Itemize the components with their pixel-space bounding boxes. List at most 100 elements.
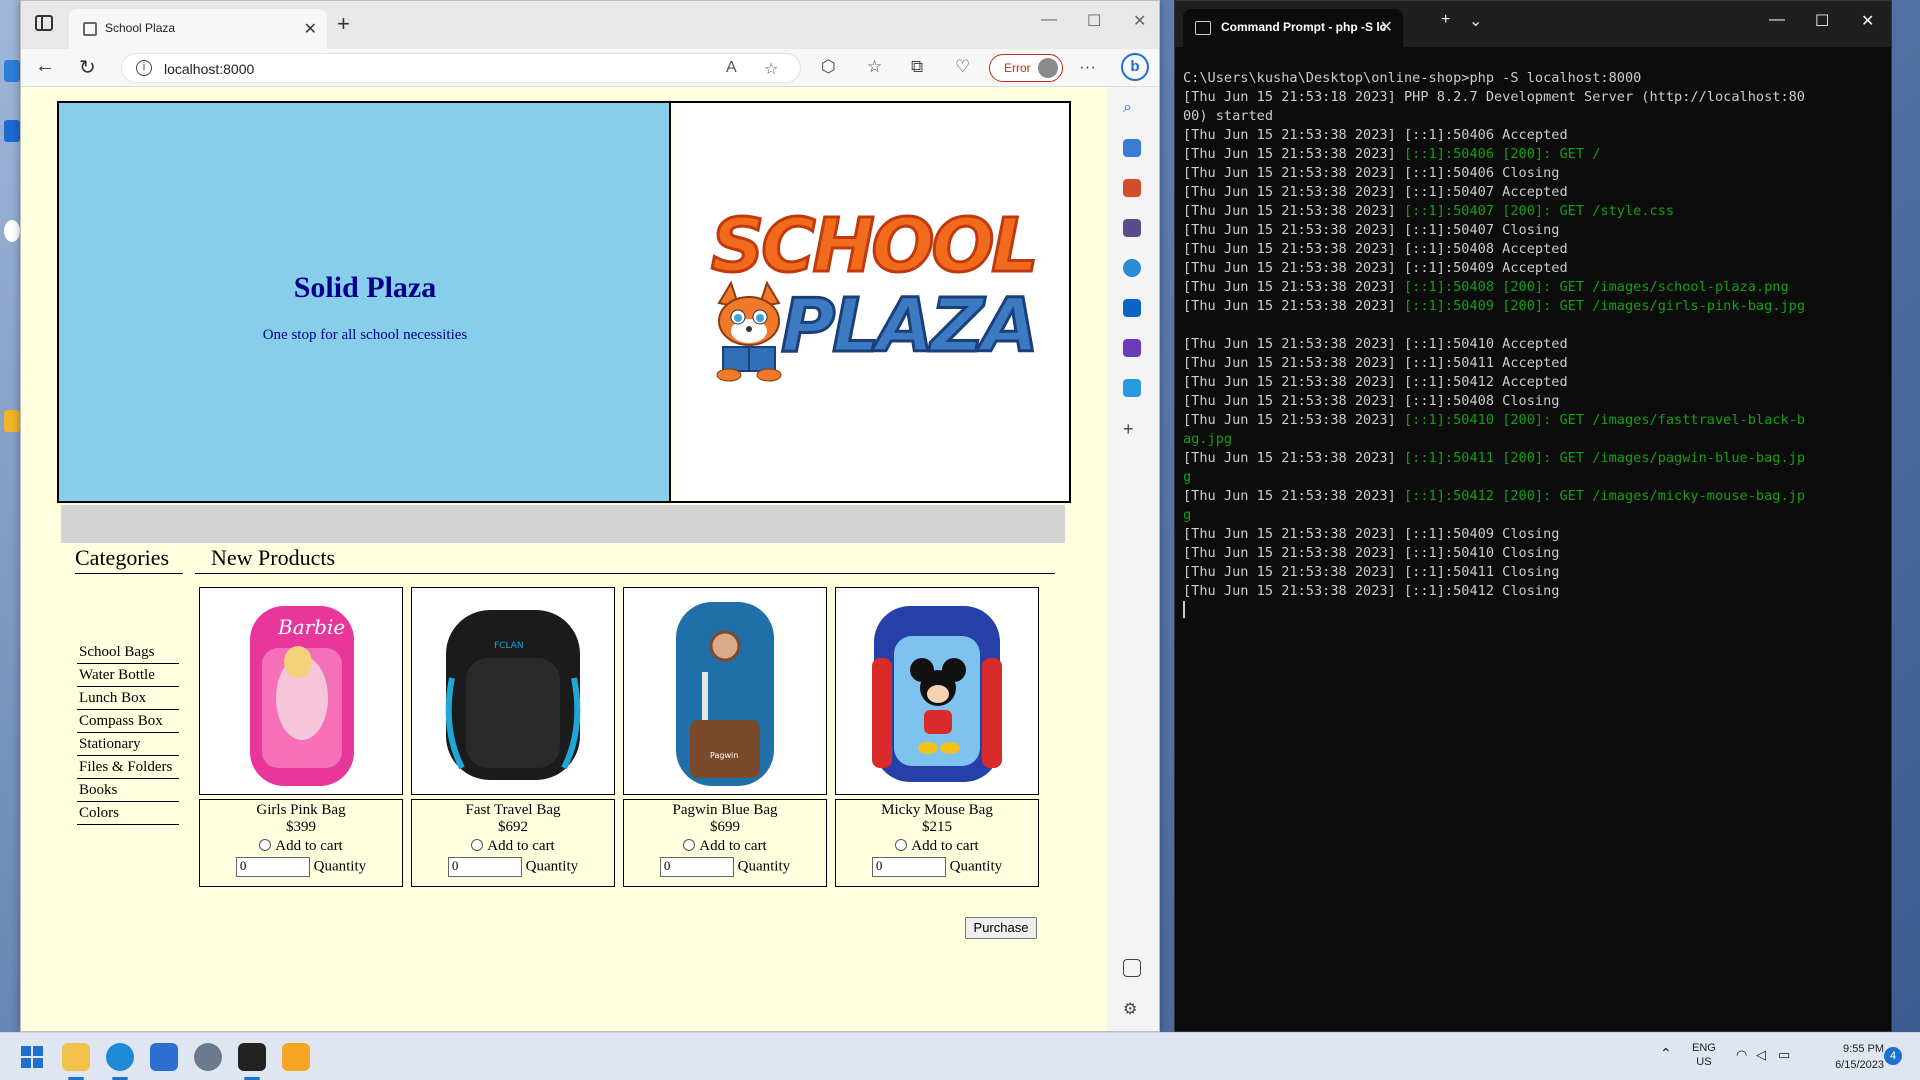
product-price: $692: [498, 819, 528, 835]
terminal-line-text: [Thu Jun 15 21:53:38 2023] [::1]:50411 A…: [1183, 355, 1568, 371]
back-icon[interactable]: ←: [35, 55, 55, 78]
terminal-line: [Thu Jun 15 21:53:38 2023] [::1]:50408 A…: [1183, 240, 1883, 259]
add-to-cart-radio[interactable]: [259, 839, 272, 851]
add-app-icon[interactable]: +: [1123, 419, 1141, 439]
file-explorer-icon[interactable]: [62, 1043, 90, 1071]
region-code: US: [1696, 1056, 1712, 1068]
terminal-line-text: [Thu Jun 15 21:53:38 2023] [::1]:50412 C…: [1183, 583, 1560, 599]
battery-icon[interactable]: ▭: [1778, 1047, 1790, 1063]
category-item-lunch-box[interactable]: Lunch Box: [77, 687, 179, 710]
terminal-window: Command Prompt - php -S lc ✕ + ⌄ — ☐ ✕ C…: [1174, 0, 1892, 1032]
category-item-school-bags[interactable]: School Bags: [77, 641, 179, 664]
tab-actions-icon[interactable]: [35, 15, 53, 31]
terminal-line-text: C:\Users\kusha\Desktop\online-shop>php -…: [1183, 70, 1642, 86]
add-to-cart-radio[interactable]: [895, 839, 908, 851]
avatar: [1038, 58, 1058, 78]
maximize-button[interactable]: ☐: [1087, 11, 1101, 31]
terminal-titlebar: Command Prompt - php -S lc ✕ + ⌄ — ☐ ✕: [1175, 1, 1891, 47]
language-indicator[interactable]: ENG US: [1692, 1041, 1716, 1069]
close-tab-icon[interactable]: ✕: [304, 19, 317, 39]
purchase-button[interactable]: Purchase: [965, 917, 1037, 939]
games-icon[interactable]: [1123, 219, 1141, 237]
browser-essentials-icon[interactable]: ♡: [955, 57, 970, 77]
quantity-input[interactable]: 0: [871, 857, 946, 877]
product-card: FCLAN Fast Travel Bag $692 Add to cart 0…: [411, 587, 615, 887]
page-content: Solid Plaza One stop for all school nece…: [21, 87, 1107, 1031]
close-tab-icon[interactable]: ✕: [1380, 17, 1393, 37]
category-item-colors[interactable]: Colors: [77, 802, 179, 825]
quantity-input[interactable]: 0: [447, 857, 522, 877]
minimize-button[interactable]: —: [1041, 11, 1057, 29]
store-icon[interactable]: [150, 1043, 178, 1071]
category-item-water-bottle[interactable]: Water Bottle: [77, 664, 179, 687]
terminal-output[interactable]: C:\Users\kusha\Desktop\online-shop>php -…: [1183, 69, 1883, 620]
language-code: ENG: [1692, 1042, 1716, 1054]
profile-error-button[interactable]: Error: [989, 54, 1063, 82]
category-item-files-folders[interactable]: Files & Folders: [77, 756, 179, 779]
hide-sidebar-icon[interactable]: [1123, 959, 1141, 977]
address-bar[interactable]: i localhost:8000 A ☆: [121, 53, 801, 83]
collections-icon[interactable]: ⧉: [911, 57, 923, 77]
terminal-line: [Thu Jun 15 21:53:38 2023] [::1]:50410 C…: [1183, 544, 1883, 563]
favorites-icon[interactable]: ☆: [867, 57, 882, 77]
bing-chat-icon[interactable]: b: [1121, 53, 1149, 81]
extensions-icon[interactable]: ⬡: [821, 57, 836, 77]
terminal-tab-title: Command Prompt - php -S lc: [1221, 20, 1387, 34]
add-to-cart-radio[interactable]: [683, 839, 696, 851]
tools-icon[interactable]: [1123, 179, 1141, 197]
error-label: Error: [1004, 61, 1031, 75]
terminal-line-request: g: [1183, 469, 1192, 485]
chevron-down-icon[interactable]: ⌄: [1469, 11, 1482, 31]
settings-gear-icon[interactable]: [194, 1043, 222, 1071]
site-info-icon[interactable]: i: [136, 60, 152, 76]
browser-tab[interactable]: School Plaza ✕: [69, 9, 327, 49]
windows-start-icon[interactable]: [18, 1043, 46, 1071]
refresh-icon[interactable]: ↻: [79, 55, 96, 80]
favorite-star-icon[interactable]: ☆: [764, 59, 778, 79]
category-item-compass-box[interactable]: Compass Box: [77, 710, 179, 733]
navigation-bar: [61, 505, 1065, 543]
volume-icon[interactable]: ◁: [1756, 1047, 1766, 1063]
drop-icon[interactable]: [1123, 379, 1141, 397]
chevron-up-icon[interactable]: ⌃: [1660, 1045, 1672, 1062]
terminal-line: [Thu Jun 15 21:53:38 2023] [::1]:50410 A…: [1183, 335, 1883, 354]
maximize-button[interactable]: ☐: [1815, 11, 1829, 31]
read-aloud-icon[interactable]: A: [726, 59, 737, 77]
svg-text:Barbie: Barbie: [277, 615, 345, 639]
close-window-button[interactable]: ✕: [1133, 11, 1146, 31]
add-to-cart-radio[interactable]: [471, 839, 484, 851]
terminal-line: [Thu Jun 15 21:53:38 2023] [::1]:50406 A…: [1183, 126, 1883, 145]
terminal-line: [Thu Jun 15 21:53:38 2023] [::1]:50409 C…: [1183, 525, 1883, 544]
system-clock[interactable]: 9:55 PM 6/15/2023: [1808, 1041, 1884, 1073]
browser-window: School Plaza ✕ + — ☐ ✕ ← ↻ i localhost:8…: [20, 0, 1160, 1032]
designer-icon[interactable]: [1123, 339, 1141, 357]
product-name: Fast Travel Bag: [465, 802, 561, 818]
outlook-icon[interactable]: [1123, 299, 1141, 317]
product-image: FCLAN: [411, 587, 615, 795]
wifi-icon[interactable]: ◠: [1736, 1047, 1747, 1063]
new-tab-button[interactable]: +: [1441, 11, 1450, 29]
terminal-icon[interactable]: [238, 1043, 266, 1071]
minimize-button[interactable]: —: [1769, 11, 1785, 29]
url-text[interactable]: localhost:8000: [164, 61, 254, 77]
search-icon[interactable]: ⌕: [1123, 99, 1141, 117]
terminal-tab[interactable]: Command Prompt - php -S lc ✕: [1183, 9, 1403, 47]
shopping-icon[interactable]: [1123, 139, 1141, 157]
school-plaza-logo: SCHOOL PLAZA: [709, 202, 1040, 403]
gear-icon[interactable]: ⚙: [1123, 999, 1141, 1018]
category-item-stationary[interactable]: Stationary: [77, 733, 179, 756]
notification-badge[interactable]: 4: [1884, 1047, 1902, 1065]
taskbar: ⌃ ENG US ◠ ◁ ▭ 9:55 PM 6/15/2023 4: [0, 1032, 1920, 1080]
sublime-text-icon[interactable]: [282, 1043, 310, 1071]
add-to-cart-label: Add to cart: [487, 838, 555, 854]
quantity-input[interactable]: 0: [235, 857, 310, 877]
new-tab-button[interactable]: +: [337, 11, 350, 37]
terminal-prompt-line[interactable]: [1183, 601, 1883, 620]
quantity-input[interactable]: 0: [659, 857, 734, 877]
microsoft-365-icon[interactable]: [1123, 259, 1141, 277]
more-options-icon[interactable]: ···: [1079, 57, 1096, 77]
edge-icon[interactable]: [106, 1043, 134, 1071]
terminal-line-text: [Thu Jun 15 21:53:38 2023] [::1]:50410 C…: [1183, 545, 1560, 561]
close-window-button[interactable]: ✕: [1861, 11, 1874, 31]
category-item-books[interactable]: Books: [77, 779, 179, 802]
